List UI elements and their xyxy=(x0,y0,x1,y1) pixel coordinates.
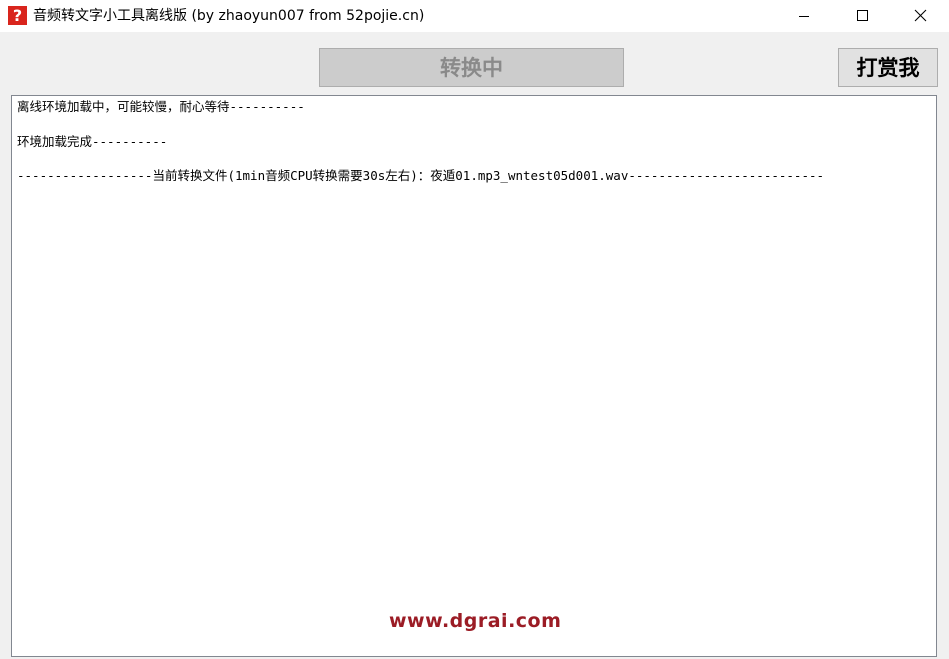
window-title: 音频转文字小工具离线版 (by zhaoyun007 from 52pojie.… xyxy=(33,8,425,24)
log-output-area[interactable]: 离线环境加载中，可能较慢，耐心等待---------- 环境加载完成------… xyxy=(11,95,937,657)
maximize-icon xyxy=(857,10,868,21)
convert-button[interactable]: 转换中 xyxy=(319,48,624,87)
minimize-icon xyxy=(799,16,809,17)
title-bar[interactable]: ? 音频转文字小工具离线版 (by zhaoyun007 from 52poji… xyxy=(0,0,949,32)
donate-button[interactable]: 打赏我 xyxy=(838,48,938,87)
watermark-text: www.dgrai.com xyxy=(389,610,562,632)
log-line: 环境加载完成---------- xyxy=(17,134,168,149)
close-button[interactable] xyxy=(891,0,949,32)
minimize-button[interactable] xyxy=(775,0,833,32)
log-line: ------------------当前转换文件(1min音频CPU转换需要30… xyxy=(17,168,825,183)
maximize-button[interactable] xyxy=(833,0,891,32)
log-line: 离线环境加载中，可能较慢，耐心等待---------- xyxy=(17,99,305,114)
question-icon: ? xyxy=(8,6,27,25)
app-window: ? 音频转文字小工具离线版 (by zhaoyun007 from 52poji… xyxy=(0,0,949,659)
close-icon xyxy=(914,9,927,22)
